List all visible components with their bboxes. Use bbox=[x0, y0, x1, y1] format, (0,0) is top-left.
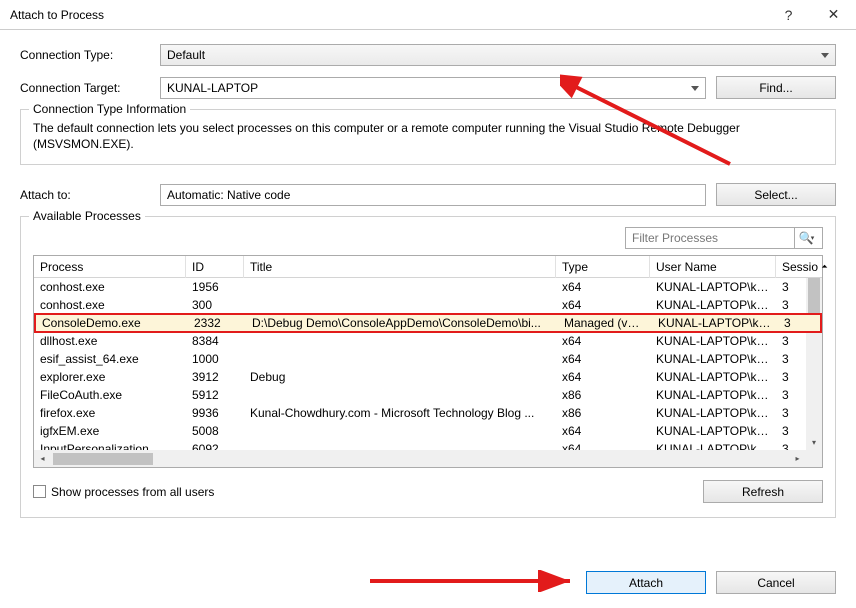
available-processes-group: Available Processes Filter Processes 🔍▾ … bbox=[20, 216, 836, 518]
help-button[interactable]: ? bbox=[766, 0, 811, 30]
attach-button[interactable]: Attach bbox=[586, 571, 706, 594]
cell-process: FileCoAuth.exe bbox=[34, 388, 186, 402]
cell-user: KUNAL-LAPTOP\kunal bbox=[650, 370, 776, 384]
cell-title: Kunal-Chowdhury.com - Microsoft Technolo… bbox=[244, 406, 556, 420]
connection-target-combo[interactable]: KUNAL-LAPTOP bbox=[160, 77, 706, 99]
scroll-left-icon[interactable]: ◂ bbox=[34, 450, 51, 467]
horizontal-scrollbar[interactable]: ◂ ▸ bbox=[34, 450, 822, 467]
cell-type: x64 bbox=[556, 280, 650, 294]
col-type[interactable]: Type bbox=[556, 256, 650, 278]
cell-title: Debug bbox=[244, 370, 556, 384]
cell-type: x86 bbox=[556, 388, 650, 402]
process-table: Process ID Title Type User Name Sessio ⏶… bbox=[33, 255, 823, 468]
cell-id: 3912 bbox=[186, 370, 244, 384]
connection-type-info-text: The default connection lets you select p… bbox=[33, 120, 823, 152]
col-title[interactable]: Title bbox=[244, 256, 556, 278]
attach-to-value: Automatic: Native code bbox=[167, 188, 290, 202]
titlebar: Attach to Process ? ✕ bbox=[0, 0, 856, 30]
scroll-thumb-h[interactable] bbox=[53, 453, 153, 465]
table-row[interactable]: explorer.exe3912Debugx64KUNAL-LAPTOP\kun… bbox=[34, 368, 822, 386]
table-row[interactable]: firefox.exe9936Kunal-Chowdhury.com - Mic… bbox=[34, 404, 822, 422]
filter-processes-input[interactable]: Filter Processes 🔍▾ bbox=[625, 227, 823, 249]
chevron-up-icon: ⏶ bbox=[821, 262, 827, 272]
search-icon[interactable]: 🔍▾ bbox=[794, 228, 818, 248]
connection-type-info-title: Connection Type Information bbox=[29, 102, 190, 116]
window-title: Attach to Process bbox=[10, 8, 766, 22]
select-button[interactable]: Select... bbox=[716, 183, 836, 206]
table-row[interactable]: FileCoAuth.exe5912x86KUNAL-LAPTOP\kunal3 bbox=[34, 386, 822, 404]
cell-type: x64 bbox=[556, 334, 650, 348]
cell-process: igfxEM.exe bbox=[34, 424, 186, 438]
cell-user: KUNAL-LAPTOP\kunal bbox=[650, 352, 776, 366]
cell-user: KUNAL-LAPTOP\kunal bbox=[650, 280, 776, 294]
connection-type-value: Default bbox=[167, 48, 205, 62]
table-row[interactable]: ConsoleDemo.exe2332D:\Debug Demo\Console… bbox=[34, 313, 822, 333]
cell-process: explorer.exe bbox=[34, 370, 186, 384]
cell-user: KUNAL-LAPTOP\kunal bbox=[650, 334, 776, 348]
col-user[interactable]: User Name bbox=[650, 256, 776, 278]
cell-type: x64 bbox=[556, 370, 650, 384]
cell-user: KUNAL-LAPTOP\kunal bbox=[650, 424, 776, 438]
cell-process: InputPersonalization bbox=[34, 442, 186, 450]
cell-process: conhost.exe bbox=[34, 280, 186, 294]
cell-user: KUNAL-LAPTOP\kunal bbox=[650, 388, 776, 402]
cell-id: 300 bbox=[186, 298, 244, 312]
cell-process: dllhost.exe bbox=[34, 334, 186, 348]
cell-process: firefox.exe bbox=[34, 406, 186, 420]
cell-id: 1000 bbox=[186, 352, 244, 366]
table-row[interactable]: InputPersonalization6092 x64KUNAL-LAPTOP\… bbox=[34, 440, 822, 450]
connection-target-label: Connection Target: bbox=[20, 81, 160, 95]
filter-placeholder: Filter Processes bbox=[632, 231, 790, 245]
show-all-label: Show processes from all users bbox=[51, 485, 214, 499]
cancel-button[interactable]: Cancel bbox=[716, 571, 836, 594]
cell-process: ConsoleDemo.exe bbox=[36, 316, 188, 330]
cell-user: KUNAL-LAPTOP\kunal bbox=[652, 316, 778, 330]
cell-title: D:\Debug Demo\ConsoleAppDemo\ConsoleDemo… bbox=[246, 316, 558, 330]
vertical-scrollbar[interactable]: ▾ bbox=[806, 278, 822, 450]
cell-id: 5008 bbox=[186, 424, 244, 438]
table-row[interactable]: igfxEM.exe5008x64KUNAL-LAPTOP\kunal3 bbox=[34, 422, 822, 440]
cell-id: 1956 bbox=[186, 280, 244, 294]
scroll-down-icon[interactable]: ▾ bbox=[806, 434, 822, 450]
table-row[interactable]: esif_assist_64.exe1000 x64KUNAL-LAPTOP\ku… bbox=[34, 350, 822, 368]
cell-process: esif_assist_64.exe bbox=[34, 352, 186, 366]
cell-id: 2332 bbox=[188, 316, 246, 330]
close-button[interactable]: ✕ bbox=[811, 0, 856, 30]
table-header: Process ID Title Type User Name Sessio ⏶ bbox=[34, 256, 822, 278]
table-body: conhost.exe1956x64KUNAL-LAPTOP\kunal3con… bbox=[34, 278, 822, 450]
find-button[interactable]: Find... bbox=[716, 76, 836, 99]
cell-type: x64 bbox=[556, 424, 650, 438]
cell-user: KUNAL-LAPTOP\kunal bbox=[650, 298, 776, 312]
cell-id: 9936 bbox=[186, 406, 244, 420]
scroll-right-icon[interactable]: ▸ bbox=[789, 450, 806, 467]
cell-user: KUNAL-LAPTOP\kunal bbox=[650, 406, 776, 420]
show-all-checkbox[interactable] bbox=[33, 485, 46, 498]
available-processes-title: Available Processes bbox=[29, 209, 145, 223]
cell-type: x64 bbox=[556, 298, 650, 312]
cell-type: x64 bbox=[556, 352, 650, 366]
attach-to-value-box: Automatic: Native code bbox=[160, 184, 706, 206]
annotation-arrow-2 bbox=[370, 570, 580, 592]
cell-id: 5912 bbox=[186, 388, 244, 402]
connection-type-label: Connection Type: bbox=[20, 48, 160, 62]
attach-to-label: Attach to: bbox=[20, 188, 160, 202]
cell-id: 8384 bbox=[186, 334, 244, 348]
table-row[interactable]: dllhost.exe8384x64KUNAL-LAPTOP\kunal3 bbox=[34, 332, 822, 350]
cell-process: conhost.exe bbox=[34, 298, 186, 312]
connection-type-combo[interactable]: Default bbox=[160, 44, 836, 66]
cell-id: 6092 bbox=[186, 442, 244, 450]
cell-type: Managed (v4.... bbox=[558, 316, 652, 330]
col-session[interactable]: Sessio ⏶ bbox=[776, 256, 822, 278]
cell-user: KUNAL-LAPTOP\kunal bbox=[650, 442, 776, 450]
col-process[interactable]: Process bbox=[34, 256, 186, 278]
cell-type: x86 bbox=[556, 406, 650, 420]
cell-type: x64 bbox=[556, 442, 650, 450]
table-row[interactable]: conhost.exe1956x64KUNAL-LAPTOP\kunal3 bbox=[34, 278, 822, 296]
cell-session: 3 bbox=[778, 316, 816, 330]
refresh-button[interactable]: Refresh bbox=[703, 480, 823, 503]
table-row[interactable]: conhost.exe300x64KUNAL-LAPTOP\kunal3 bbox=[34, 296, 822, 314]
col-id[interactable]: ID bbox=[186, 256, 244, 278]
connection-target-value: KUNAL-LAPTOP bbox=[167, 81, 258, 95]
connection-type-info-group: Connection Type Information The default … bbox=[20, 109, 836, 165]
